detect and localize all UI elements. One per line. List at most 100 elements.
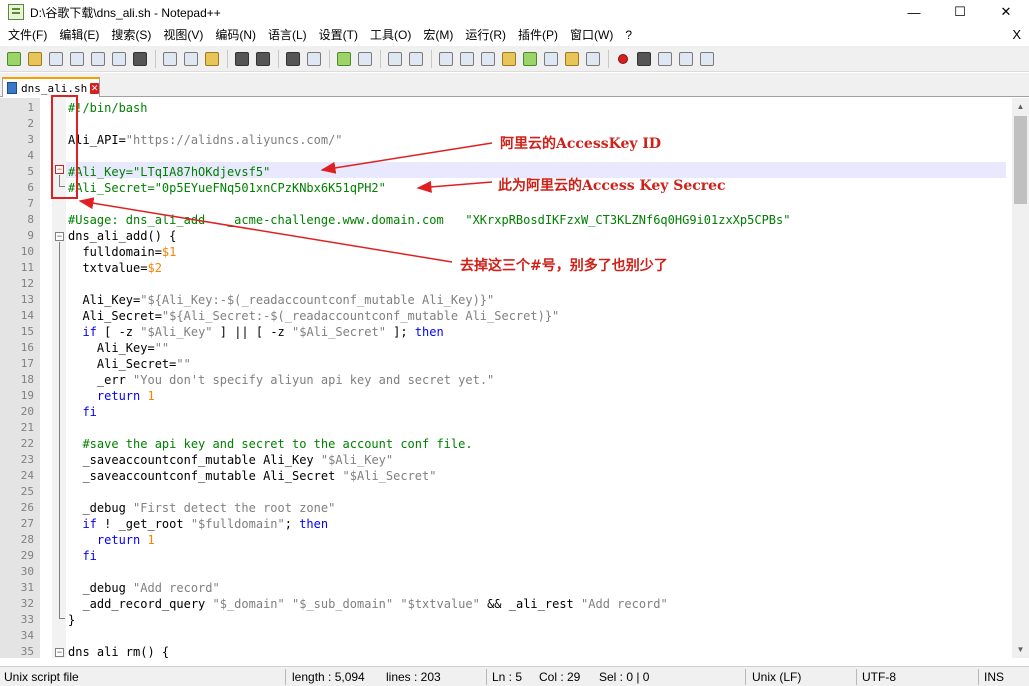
menu-tools[interactable]: 工具(O) bbox=[364, 24, 417, 46]
code-line[interactable]: fi bbox=[68, 404, 96, 420]
monitor-icon[interactable] bbox=[583, 49, 603, 69]
code-line[interactable]: #Usage: dns_ali_add _acme-challenge.www.… bbox=[68, 212, 790, 228]
menu-window[interactable]: 窗口(W) bbox=[564, 24, 619, 46]
code-line[interactable]: fi bbox=[68, 548, 96, 564]
new-file-icon[interactable] bbox=[4, 49, 24, 69]
code-line[interactable]: return 1 bbox=[68, 532, 155, 548]
code-line[interactable]: return 1 bbox=[68, 388, 155, 404]
menu-encoding[interactable]: 编码(N) bbox=[209, 24, 262, 46]
minimize-button[interactable]: — bbox=[891, 0, 937, 24]
menu-bar: 文件(F) 编辑(E) 搜索(S) 视图(V) 编码(N) 语言(L) 设置(T… bbox=[0, 24, 1029, 46]
code-line[interactable]: _saveaccountconf_mutable Ali_Secret "$Al… bbox=[68, 468, 436, 484]
close-all-icon[interactable] bbox=[109, 49, 129, 69]
line-number: 35 bbox=[20, 645, 34, 658]
fold-toggle-icon[interactable]: − bbox=[55, 648, 64, 657]
code-line[interactable]: _err "You don't specify aliyun api key a… bbox=[68, 372, 494, 388]
open-file-icon[interactable] bbox=[25, 49, 45, 69]
fold-toggle-icon[interactable]: − bbox=[55, 165, 64, 174]
record-macro-icon[interactable] bbox=[613, 49, 633, 69]
sync-v-icon[interactable] bbox=[385, 49, 405, 69]
play-macro-icon[interactable] bbox=[655, 49, 675, 69]
code-line[interactable]: Ali_Key="${Ali_Key:-$(_readaccountconf_m… bbox=[68, 292, 494, 308]
sync-h-icon[interactable] bbox=[406, 49, 426, 69]
all-chars-icon[interactable] bbox=[457, 49, 477, 69]
code-line[interactable]: _debug "First detect the root zone" bbox=[68, 500, 335, 516]
vertical-scrollbar[interactable]: ▲ ▼ bbox=[1012, 98, 1029, 658]
zoom-out-icon[interactable] bbox=[355, 49, 375, 69]
code-line[interactable]: dns_ali_add() { bbox=[68, 228, 176, 244]
cut-icon[interactable] bbox=[160, 49, 180, 69]
fold-toggle-icon[interactable]: − bbox=[55, 232, 64, 241]
code-line[interactable]: _debug "Add record" bbox=[68, 580, 219, 596]
close-document-button[interactable]: X bbox=[1012, 24, 1021, 46]
code-token: 1 bbox=[140, 389, 155, 403]
menu-file[interactable]: 文件(F) bbox=[2, 24, 53, 46]
menu-macro[interactable]: 宏(M) bbox=[417, 24, 459, 46]
line-number: 24 bbox=[20, 469, 34, 482]
folder-workspace-icon[interactable] bbox=[562, 49, 582, 69]
code-line[interactable]: Ali_Secret="" bbox=[68, 356, 191, 372]
menu-language[interactable]: 语言(L) bbox=[262, 24, 313, 46]
code-token: _err bbox=[68, 373, 134, 387]
scroll-thumb[interactable] bbox=[1014, 116, 1027, 204]
code-line[interactable]: fulldomain=$1 bbox=[68, 244, 176, 260]
code-line[interactable]: } bbox=[68, 612, 75, 628]
code-line[interactable]: Ali_Key="" bbox=[68, 340, 169, 356]
function-list-icon[interactable] bbox=[541, 49, 561, 69]
paste-icon[interactable] bbox=[202, 49, 222, 69]
code-line[interactable]: if [ -z "$Ali_Key" ] || [ -z "$Ali_Secre… bbox=[68, 324, 444, 340]
code-token: then bbox=[414, 325, 444, 339]
code-line[interactable]: dns_ali_rm() { bbox=[68, 644, 169, 658]
tab-dns-ali-sh[interactable]: dns_ali.sh ✕ bbox=[2, 77, 100, 97]
undo-icon[interactable] bbox=[232, 49, 252, 69]
menu-settings[interactable]: 设置(T) bbox=[313, 24, 364, 46]
save-all-icon[interactable] bbox=[67, 49, 87, 69]
menu-help[interactable]: ? bbox=[619, 24, 638, 46]
window-title: D:\谷歌下载\dns_ali.sh - Notepad++ bbox=[30, 5, 221, 20]
maximize-button[interactable]: ☐ bbox=[937, 0, 983, 24]
menu-view[interactable]: 视图(V) bbox=[157, 24, 209, 46]
code-line[interactable]: #Ali_Secret="0p5EYueFNq501xnCPzKNbx6K51q… bbox=[68, 180, 386, 196]
code-line[interactable]: txtvalue=$2 bbox=[68, 260, 162, 276]
replace-icon[interactable] bbox=[304, 49, 324, 69]
status-sel: Sel : 0 | 0 bbox=[599, 670, 650, 684]
menu-run[interactable]: 运行(R) bbox=[459, 24, 512, 46]
indent-guide-icon[interactable] bbox=[478, 49, 498, 69]
line-number: 23 bbox=[20, 453, 34, 466]
close-window-button[interactable]: ✕ bbox=[983, 0, 1029, 24]
code-line[interactable]: #save the api key and secret to the acco… bbox=[68, 436, 472, 452]
scroll-up-icon[interactable]: ▲ bbox=[1012, 98, 1029, 115]
word-wrap-icon[interactable] bbox=[436, 49, 456, 69]
tab-close-icon[interactable]: ✕ bbox=[90, 82, 99, 94]
code-line[interactable]: _add_record_query "$_domain" "$_sub_doma… bbox=[68, 596, 667, 612]
menu-plugins[interactable]: 插件(P) bbox=[512, 24, 564, 46]
menu-search[interactable]: 搜索(S) bbox=[105, 24, 157, 46]
code-token: if bbox=[68, 325, 97, 339]
menu-edit[interactable]: 编辑(E) bbox=[53, 24, 105, 46]
save-icon[interactable] bbox=[46, 49, 66, 69]
code-line[interactable]: Ali_API="https://alidns.aliyuncs.com/" bbox=[68, 132, 343, 148]
user-lang-icon[interactable] bbox=[499, 49, 519, 69]
code-line[interactable]: #Ali_Key="LTqIA87hOKdjevsf5" bbox=[68, 164, 270, 180]
zoom-in-icon[interactable] bbox=[334, 49, 354, 69]
code-line[interactable]: #!/bin/bash bbox=[68, 100, 147, 116]
code-line[interactable]: Ali_Secret="${Ali_Secret:-$(_readaccount… bbox=[68, 308, 559, 324]
redo-icon[interactable] bbox=[253, 49, 273, 69]
annotation-remove-hash: 去掉这三个#号，别多了也别少了 bbox=[460, 258, 668, 274]
code-token: "${Ali_Key:-$(_readaccountconf_mutable A… bbox=[140, 293, 495, 307]
run-macro-multiple-icon[interactable] bbox=[676, 49, 696, 69]
close-icon[interactable] bbox=[88, 49, 108, 69]
print-icon[interactable] bbox=[130, 49, 150, 69]
notepadpp-app-icon bbox=[8, 4, 24, 20]
save-macro-icon[interactable] bbox=[697, 49, 717, 69]
code-token: "$Ali_Key" bbox=[320, 453, 394, 467]
code-line[interactable]: _saveaccountconf_mutable Ali_Key "$Ali_K… bbox=[68, 452, 393, 468]
scroll-down-icon[interactable]: ▼ bbox=[1012, 641, 1029, 658]
copy-icon[interactable] bbox=[181, 49, 201, 69]
doc-map-icon[interactable] bbox=[520, 49, 540, 69]
code-line[interactable]: if ! _get_root "$fulldomain"; then bbox=[68, 516, 328, 532]
code-token: "" bbox=[154, 341, 170, 355]
line-number: 3 bbox=[27, 133, 34, 146]
stop-macro-icon[interactable] bbox=[634, 49, 654, 69]
find-icon[interactable] bbox=[283, 49, 303, 69]
